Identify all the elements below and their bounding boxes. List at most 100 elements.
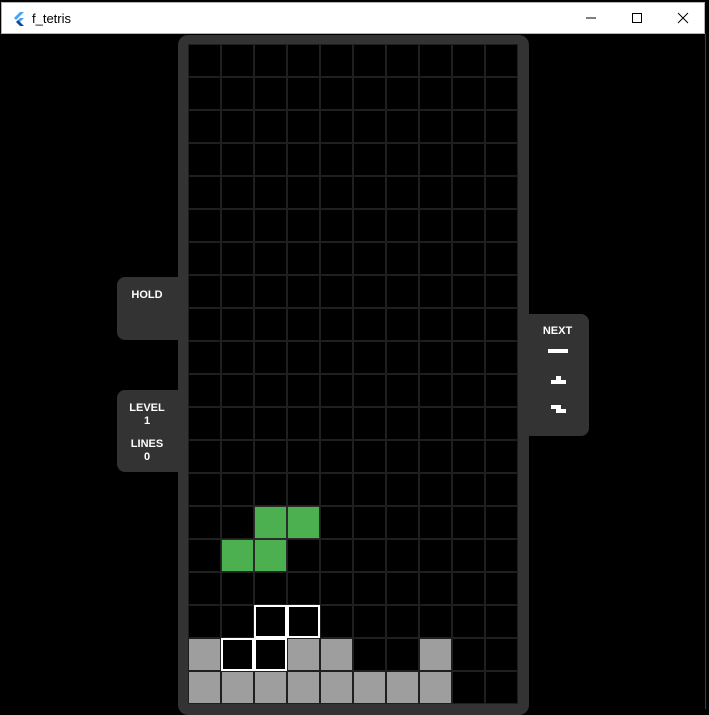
game-board[interactable] [188, 44, 518, 704]
stats-panel: LEVEL 1 LINES 0 [117, 390, 187, 472]
board-cell [485, 110, 518, 143]
hold-panel: HOLD [117, 277, 187, 340]
close-button[interactable] [660, 3, 706, 33]
board-cell [485, 77, 518, 110]
locked-block-cell [287, 638, 320, 671]
board-cell [287, 176, 320, 209]
board-cell [287, 242, 320, 275]
board-cell [419, 374, 452, 407]
board-cell [386, 605, 419, 638]
board-cell [353, 407, 386, 440]
board-cell [320, 374, 353, 407]
board-cell [320, 176, 353, 209]
board-cell [452, 572, 485, 605]
board-cell [221, 473, 254, 506]
board-cell [353, 539, 386, 572]
board-cell [353, 308, 386, 341]
board-cell [485, 44, 518, 77]
board-cell [188, 275, 221, 308]
board-cell [287, 77, 320, 110]
board-cell [254, 374, 287, 407]
level-label: LEVEL [129, 402, 165, 414]
board-cell [452, 44, 485, 77]
flutter-logo-icon [11, 11, 27, 27]
board-cell [353, 209, 386, 242]
board-cell [287, 341, 320, 374]
locked-block-cell [287, 671, 320, 704]
maximize-button[interactable] [614, 3, 660, 33]
board-cell [419, 44, 452, 77]
board-cell [419, 143, 452, 176]
board-cell [320, 341, 353, 374]
board-cell [419, 242, 452, 275]
ghost-piece-cell [254, 638, 287, 671]
title-bar[interactable]: f_tetris [1, 2, 705, 34]
board-cell [353, 572, 386, 605]
board-cell [452, 143, 485, 176]
board-cell [221, 275, 254, 308]
board-cell [386, 308, 419, 341]
lines-value: 0 [143, 451, 151, 463]
board-cell [221, 407, 254, 440]
board-cell [485, 473, 518, 506]
board-cell [386, 110, 419, 143]
board-cell [485, 407, 518, 440]
board-cell [254, 308, 287, 341]
board-cell [254, 407, 287, 440]
board-cell [386, 407, 419, 440]
locked-block-cell [419, 671, 452, 704]
board-cell [254, 275, 287, 308]
board-cell [386, 209, 419, 242]
locked-block-cell [386, 671, 419, 704]
board-cell [254, 473, 287, 506]
active-piece-cell [254, 539, 287, 572]
board-cell [353, 143, 386, 176]
board-cell [419, 473, 452, 506]
board-cell [419, 275, 452, 308]
board-cell [353, 506, 386, 539]
board-cell [353, 440, 386, 473]
board-cell [485, 143, 518, 176]
board-cell [485, 374, 518, 407]
board-cell [452, 77, 485, 110]
board-cell [320, 143, 353, 176]
board-cell [188, 605, 221, 638]
board-cell [188, 341, 221, 374]
board-cell [386, 143, 419, 176]
minimize-button[interactable] [568, 3, 614, 33]
board-cell [419, 77, 452, 110]
board-cell [452, 440, 485, 473]
board-cell [386, 77, 419, 110]
ghost-piece-cell [287, 605, 320, 638]
board-cell [287, 473, 320, 506]
board-cell [188, 176, 221, 209]
board-cell [419, 308, 452, 341]
board-cell [221, 572, 254, 605]
board-cell [188, 539, 221, 572]
board-cell [452, 209, 485, 242]
board-cell [386, 572, 419, 605]
board-cell [254, 572, 287, 605]
board-cell [452, 110, 485, 143]
board-cell [386, 242, 419, 275]
board-cell [287, 275, 320, 308]
active-piece-cell [287, 506, 320, 539]
board-cell [320, 308, 353, 341]
board-cell [386, 176, 419, 209]
board-cell [485, 308, 518, 341]
board-cell [419, 539, 452, 572]
locked-block-cell [254, 671, 287, 704]
board-cell [485, 572, 518, 605]
board-cell [188, 242, 221, 275]
board-cell [221, 242, 254, 275]
board-cell [254, 110, 287, 143]
board-cell [386, 506, 419, 539]
board-cell [188, 440, 221, 473]
board-cell [485, 506, 518, 539]
board-cell [353, 176, 386, 209]
board-cell [188, 308, 221, 341]
board-cell [452, 605, 485, 638]
board-cell [485, 605, 518, 638]
board-cell [452, 308, 485, 341]
board-cell [452, 407, 485, 440]
